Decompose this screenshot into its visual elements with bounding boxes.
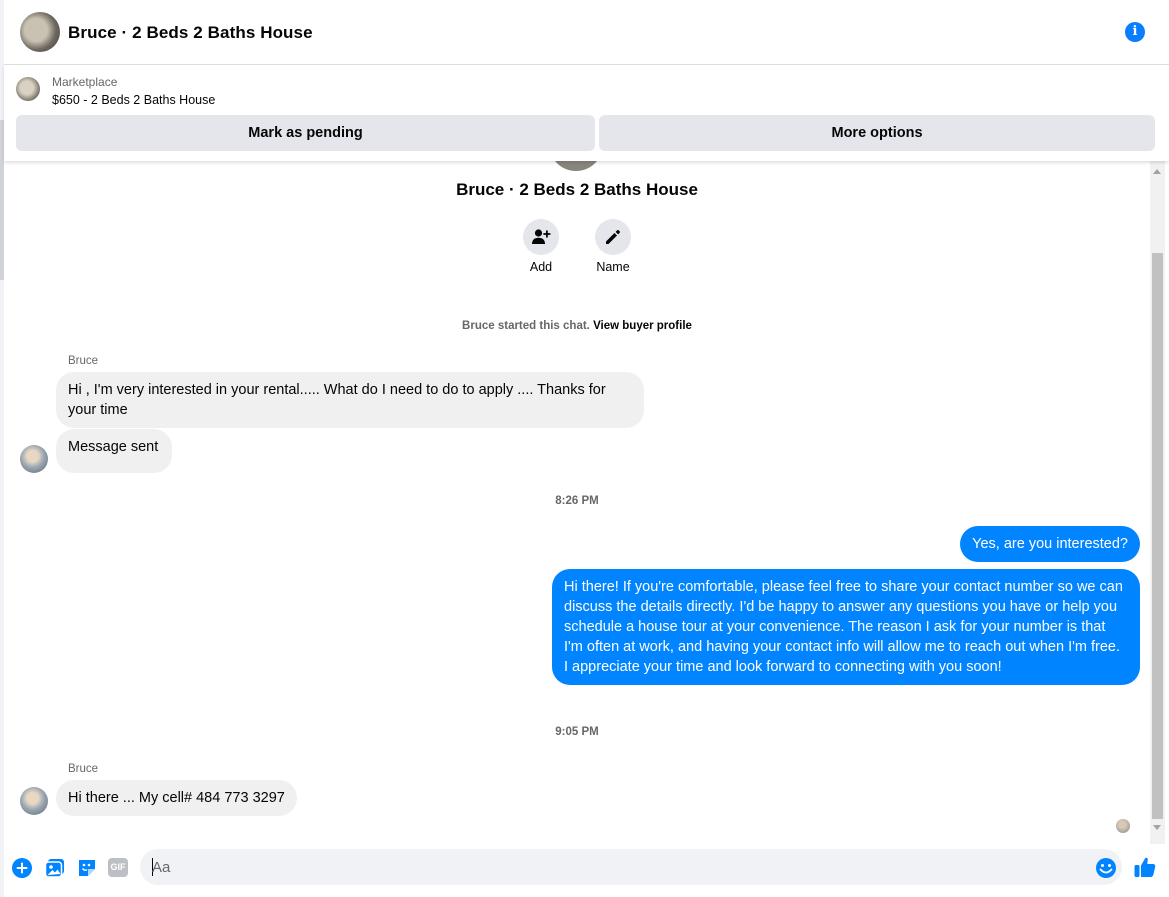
profile-name: Bruce · 2 Beds 2 Baths House: [456, 180, 698, 199]
thumbs-up-icon[interactable]: [1133, 855, 1157, 879]
add-person-icon: [532, 229, 551, 244]
scroll-up-arrow[interactable]: [1153, 169, 1161, 174]
scrollbar[interactable]: [1150, 161, 1165, 844]
listing-thumbnail[interactable]: [16, 77, 40, 101]
info-icon[interactable]: i: [1125, 22, 1145, 42]
marketplace-label: Marketplace: [52, 75, 118, 89]
marketplace-bar: Marketplace $650 - 2 Beds 2 Baths House …: [4, 65, 1169, 161]
incoming-message[interactable]: Hi , I'm very interested in your rental.…: [56, 372, 644, 428]
gif-label: GIF: [110, 862, 126, 872]
more-options-button[interactable]: More options: [599, 115, 1155, 151]
add-button[interactable]: [523, 219, 559, 255]
outgoing-message[interactable]: Yes, are you interested?: [960, 526, 1140, 562]
timestamp: 8:26 PM: [555, 495, 599, 507]
composer: GIF: [4, 844, 1169, 897]
edit-name-button[interactable]: [595, 219, 631, 255]
sender-name: Bruce: [68, 763, 99, 775]
listing-title[interactable]: $650 - 2 Beds 2 Baths House: [52, 93, 215, 107]
incoming-message[interactable]: Message sent: [56, 429, 173, 473]
scroll-down-arrow[interactable]: [1153, 825, 1161, 830]
conversation-avatar[interactable]: [20, 12, 60, 52]
scrollbar-thumb[interactable]: [1152, 253, 1163, 819]
gif-icon[interactable]: GIF: [108, 858, 128, 877]
incoming-message[interactable]: Hi there ... My cell# 484 773 3297: [56, 780, 297, 816]
timestamp: 9:05 PM: [555, 726, 599, 738]
plus-icon[interactable]: [11, 857, 33, 879]
add-label: Add: [529, 260, 553, 274]
started-text: Bruce started this chat.: [462, 320, 590, 332]
message-input[interactable]: [152, 849, 1082, 885]
messenger-window: Bruce · 2 Beds 2 Baths House i Marketpla…: [4, 0, 1169, 897]
conversation-header: Bruce · 2 Beds 2 Baths House i: [4, 0, 1169, 65]
message-list[interactable]: Bruce · 2 Beds 2 Baths House Add Name Br…: [4, 161, 1169, 844]
view-buyer-profile-link[interactable]: View buyer profile: [593, 320, 692, 332]
name-label: Name: [596, 260, 630, 274]
emoji-icon[interactable]: [1095, 857, 1117, 879]
photo-icon[interactable]: [44, 857, 66, 879]
sender-name: Bruce: [68, 355, 99, 367]
outgoing-message[interactable]: Hi there! If you're comfortable, please …: [552, 569, 1140, 685]
sender-avatar[interactable]: [20, 787, 48, 815]
mark-as-pending-button[interactable]: Mark as pending: [16, 115, 595, 151]
message-input-wrapper: [140, 849, 1122, 885]
seen-indicator-avatar: [1116, 819, 1130, 833]
pencil-icon: [606, 230, 620, 244]
profile-avatar: [549, 161, 603, 171]
sticker-icon[interactable]: [76, 857, 98, 879]
chat-started-notice: Bruce started this chat. View buyer prof…: [4, 320, 1150, 332]
conversation-title[interactable]: Bruce · 2 Beds 2 Baths House: [68, 23, 313, 43]
sender-avatar[interactable]: [20, 445, 48, 473]
